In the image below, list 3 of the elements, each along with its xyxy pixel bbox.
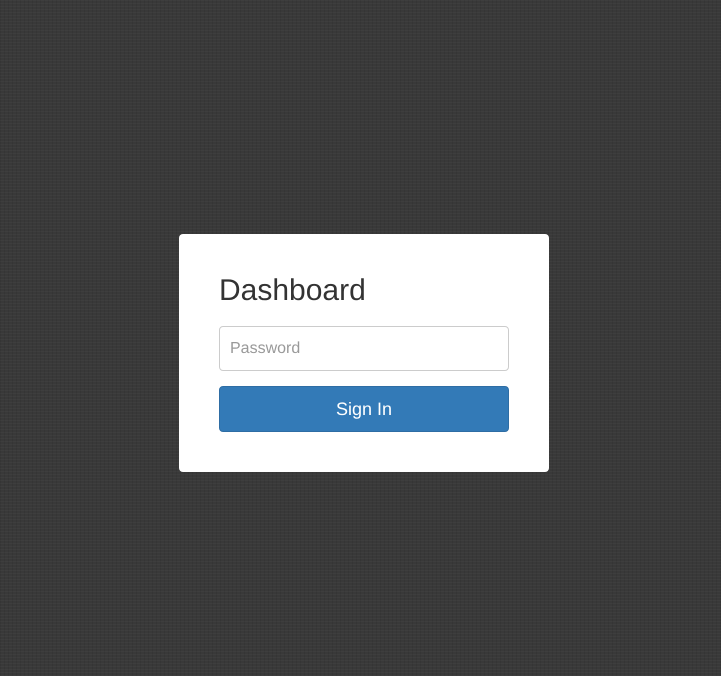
login-title: Dashboard [219,273,367,309]
sign-in-button[interactable]: Sign In [219,386,509,432]
password-field[interactable]: Password [219,326,509,371]
